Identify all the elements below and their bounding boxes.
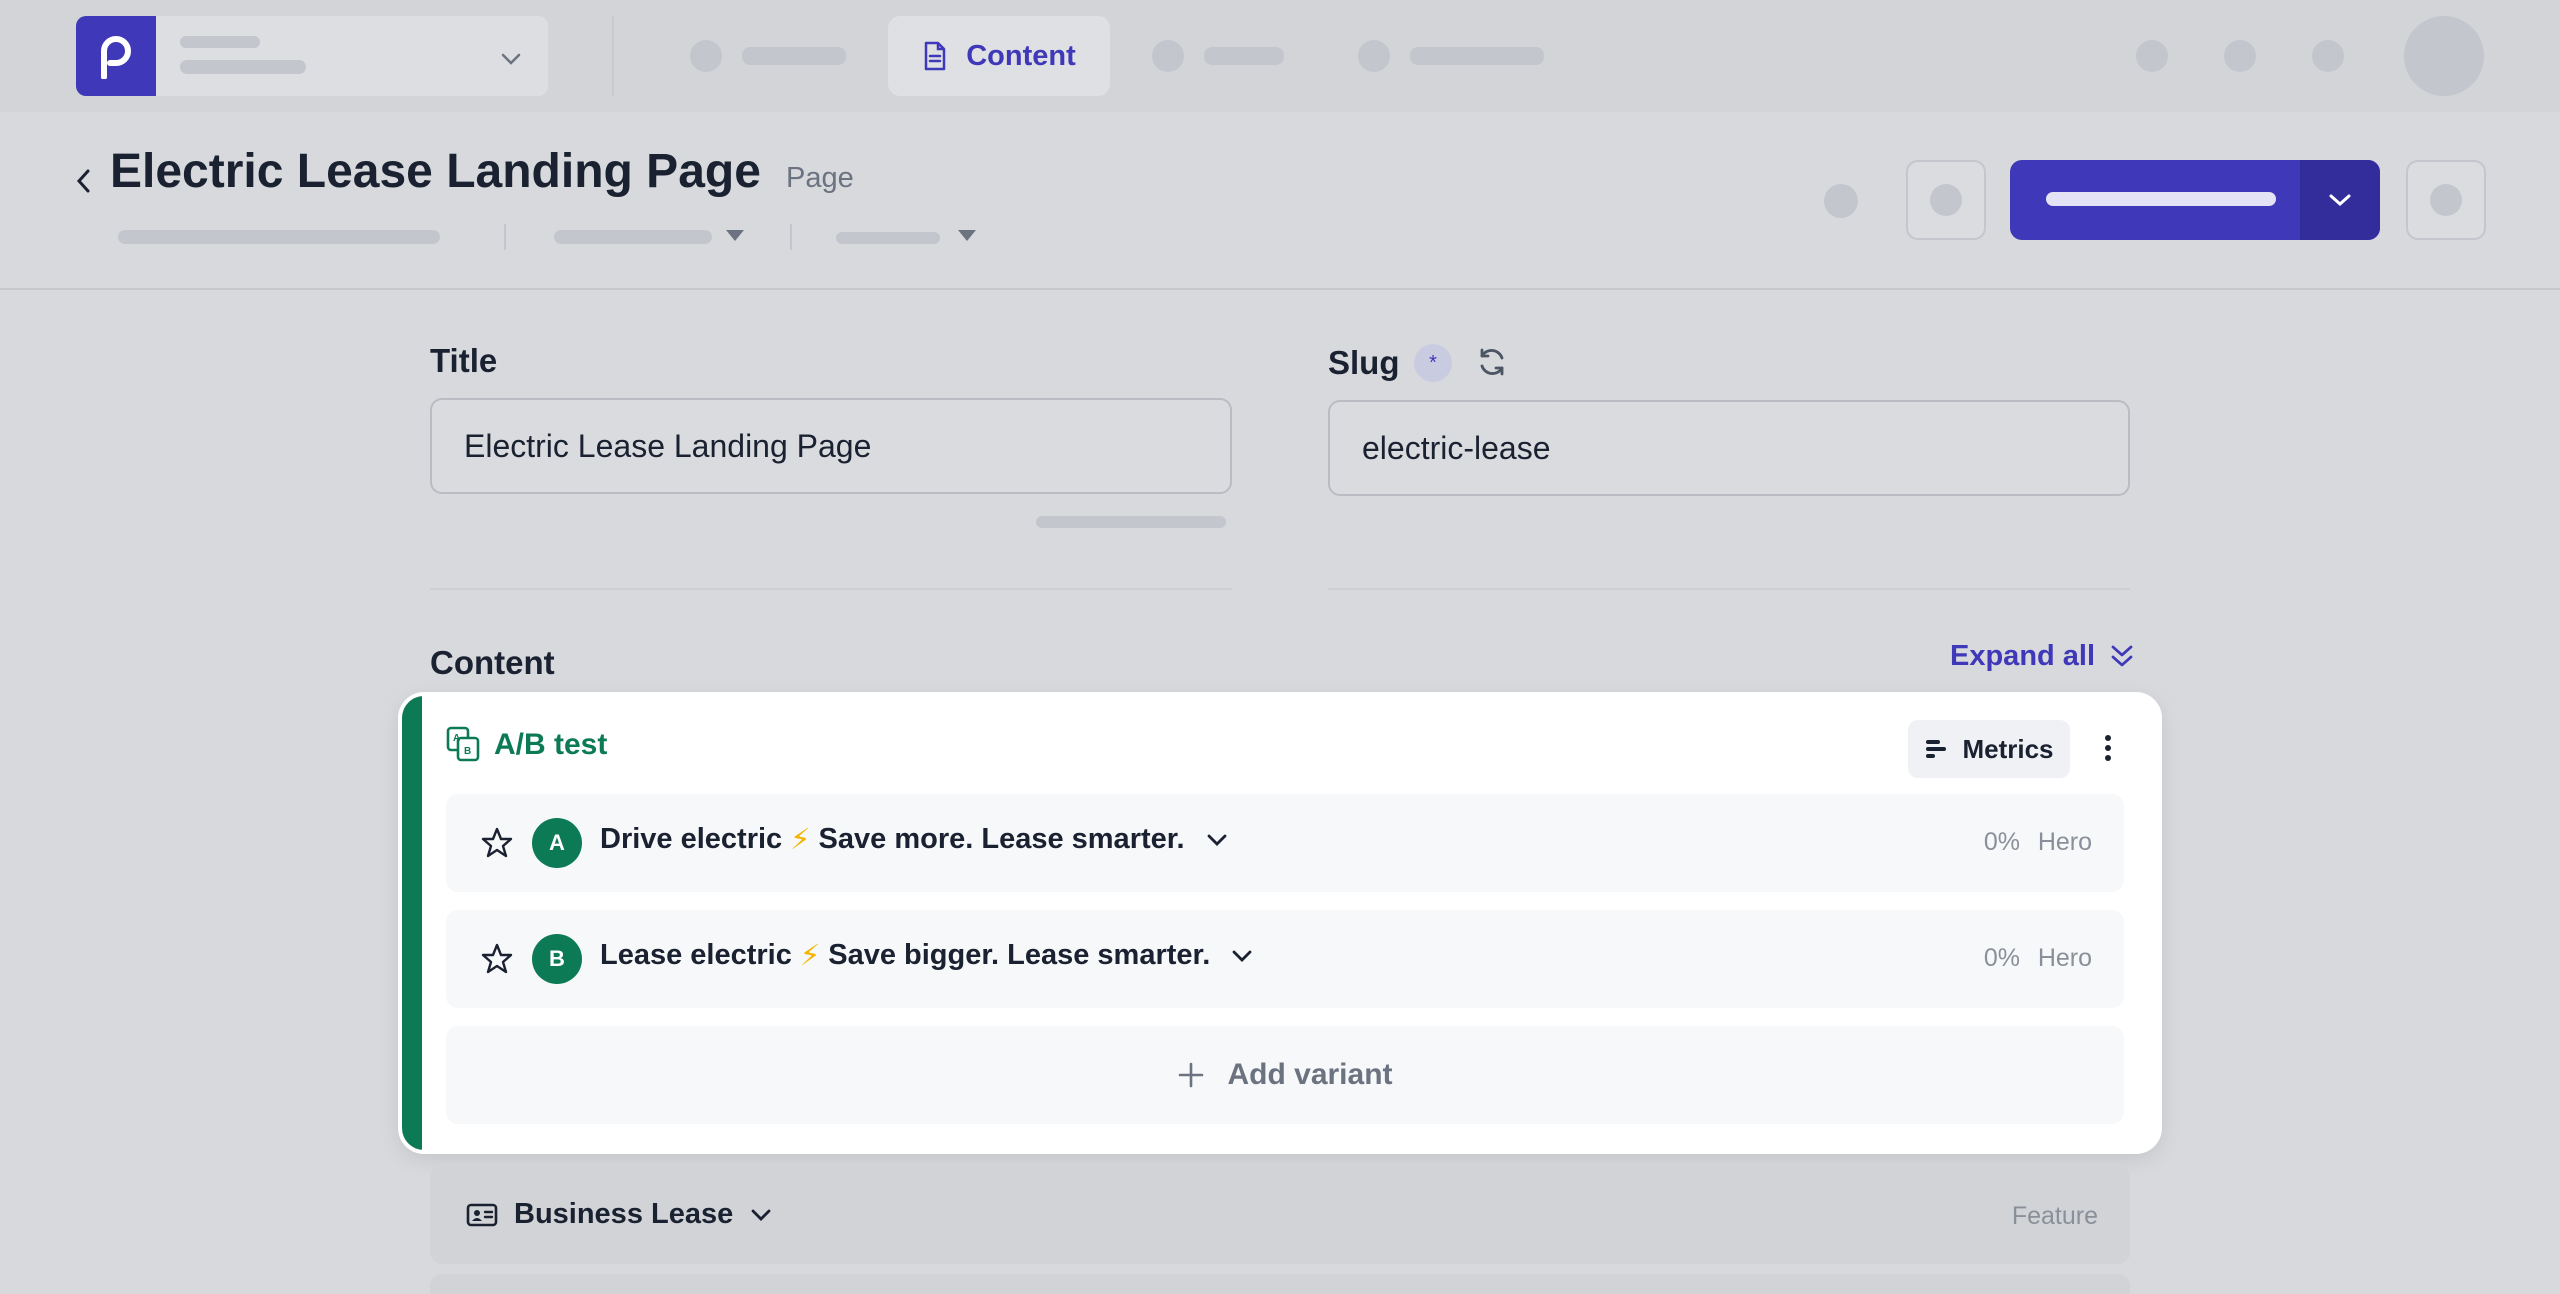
metrics-button[interactable]: Metrics (1908, 720, 2070, 778)
variant-title-text: Drive electric (600, 823, 783, 855)
top-navigation: Content (0, 0, 2560, 112)
add-variant-label: Add variant (1227, 1058, 1393, 1091)
nav-action-placeholder[interactable] (2224, 40, 2256, 72)
variant-title[interactable]: Drive electric ⚡ Save more. Lease smarte… (600, 822, 1229, 857)
user-avatar[interactable] (2404, 16, 2484, 96)
meta-divider (504, 224, 506, 250)
meta-dropdown-placeholder[interactable] (836, 232, 940, 244)
metrics-label: Metrics (1962, 733, 2054, 764)
content-block-kind: Feature (2011, 1202, 2098, 1230)
variant-percent: 0% (1983, 944, 2020, 972)
title-field-label: Title (430, 342, 498, 379)
ab-test-title: A/B test (494, 728, 608, 761)
chevron-down-icon[interactable] (1205, 832, 1229, 848)
nav-tab-placeholder[interactable] (1204, 47, 1284, 65)
chevron-down-icon[interactable] (749, 1207, 773, 1223)
nav-tab-icon-placeholder[interactable] (1358, 40, 1390, 72)
expand-all-button[interactable]: Expand all (1950, 640, 2135, 673)
caret-down-icon[interactable] (958, 230, 976, 241)
variant-row[interactable]: A Drive electric ⚡ Save more. Lease smar… (446, 794, 2124, 892)
chevron-down-icon (501, 53, 521, 65)
chevron-down-icon[interactable] (1230, 948, 1254, 964)
nav-action-placeholder[interactable] (2136, 40, 2168, 72)
meta-dropdown-placeholder[interactable] (554, 230, 712, 244)
content-block-row[interactable]: Business Lease Feature (430, 1166, 2130, 1264)
ab-test-icon: A B (446, 726, 480, 762)
variant-title-text: Save bigger. Lease smarter. (828, 939, 1211, 971)
app-logo (76, 16, 156, 96)
publish-button[interactable] (2046, 192, 2276, 206)
content-block-title-text: Business Lease (514, 1198, 734, 1230)
nav-action-placeholder[interactable] (2312, 40, 2344, 72)
title-input[interactable]: Electric Lease Landing Page (430, 398, 1232, 494)
star-icon[interactable] (480, 826, 514, 860)
chevrons-down-icon (2111, 645, 2133, 666)
content-block-row-partial[interactable] (430, 1274, 2130, 1294)
nav-tab-placeholder[interactable] (742, 47, 846, 65)
star-icon[interactable] (480, 942, 514, 976)
variant-title-text: Save more. Lease smarter. (818, 823, 1185, 855)
document-icon (924, 41, 946, 71)
header-menu-button[interactable] (2406, 160, 2486, 240)
chevron-left-icon (76, 169, 90, 193)
back-button[interactable] (68, 156, 98, 206)
ab-test-accent (402, 696, 422, 1150)
variant-row[interactable]: B Lease electric ⚡ Save bigger. Lease sm… (446, 910, 2124, 1008)
nav-divider (612, 16, 614, 96)
workspace-sub-placeholder (180, 60, 306, 74)
ab-test-block: A B A/B test Metrics A Drive electric ⚡ … (402, 696, 2158, 1150)
metrics-icon (1926, 740, 1947, 758)
id-card-icon (466, 1203, 498, 1226)
variant-letter-badge: B (532, 934, 582, 984)
lightning-emoji: ⚡ (799, 940, 821, 972)
add-variant-button[interactable]: Add variant (446, 1026, 2124, 1124)
nav-tab-icon-placeholder[interactable] (1152, 40, 1184, 72)
variant-kind: Hero (2037, 944, 2092, 972)
variant-kind: Hero (2037, 828, 2092, 856)
slug-input[interactable]: electric-lease (1328, 400, 2130, 496)
page-title: Electric Lease Landing Page (110, 145, 761, 198)
logo-p-icon (101, 36, 131, 79)
variant-letter-badge: A (532, 818, 582, 868)
page-type-label: Page (786, 162, 854, 194)
workspace-name-placeholder (180, 36, 260, 48)
status-indicator (1824, 184, 1858, 218)
nav-tab-content-label: Content (966, 39, 1076, 72)
variant-title[interactable]: Lease electric ⚡ Save bigger. Lease smar… (600, 938, 1254, 973)
meta-placeholder (118, 230, 440, 244)
header-action-button[interactable] (1906, 160, 1986, 240)
title-helper-placeholder (1036, 516, 1226, 528)
workspace-switcher[interactable] (76, 16, 548, 96)
nav-tab-icon-placeholder[interactable] (690, 40, 722, 72)
caret-down-icon[interactable] (726, 230, 744, 241)
content-section-label: Content (430, 644, 555, 681)
meta-divider (790, 224, 792, 250)
expand-all-label: Expand all (1950, 640, 2096, 672)
more-options-icon[interactable] (2102, 730, 2114, 766)
action-icon-placeholder (1930, 184, 1962, 216)
nav-tab-placeholder[interactable] (1410, 47, 1544, 65)
variant-title-text: Lease electric (600, 939, 792, 971)
section-divider (1328, 588, 2130, 590)
required-marker: * (1414, 344, 1452, 382)
content-block-title[interactable]: Business Lease (466, 1198, 773, 1231)
nav-tab-content[interactable]: Content (888, 16, 1110, 96)
svg-text:B: B (464, 746, 471, 757)
publish-button-group (2010, 160, 2380, 240)
publish-options-button[interactable] (2300, 160, 2380, 240)
plus-icon (1179, 1062, 1204, 1088)
svg-text:A: A (453, 733, 460, 744)
slug-field-label: Slug (1328, 344, 1400, 381)
variant-percent: 0% (1983, 828, 2020, 856)
refresh-icon[interactable] (1476, 346, 1508, 378)
section-divider (430, 588, 1232, 590)
page-header: Electric Lease Landing Page Page (0, 112, 2560, 290)
menu-icon-placeholder (2430, 184, 2462, 216)
chevron-down-icon (2329, 194, 2351, 207)
lightning-emoji: ⚡ (790, 824, 811, 856)
